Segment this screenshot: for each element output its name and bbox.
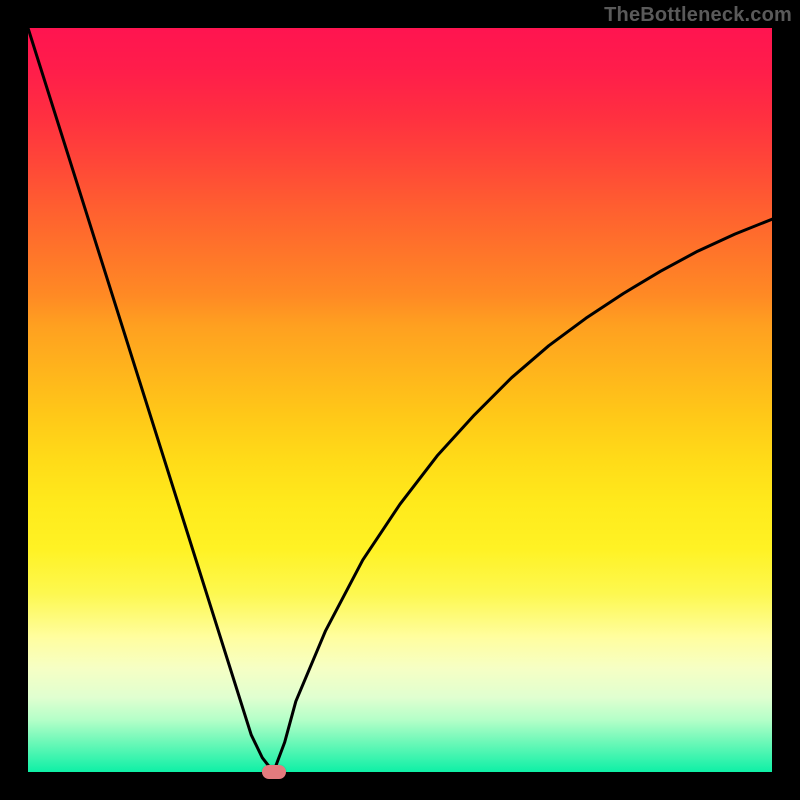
bottleneck-curve <box>28 28 772 772</box>
chart-frame: TheBottleneck.com <box>0 0 800 800</box>
optimal-point-marker <box>262 765 286 779</box>
curve-svg <box>28 28 772 772</box>
watermark-text: TheBottleneck.com <box>604 4 792 27</box>
plot-area <box>28 28 772 772</box>
